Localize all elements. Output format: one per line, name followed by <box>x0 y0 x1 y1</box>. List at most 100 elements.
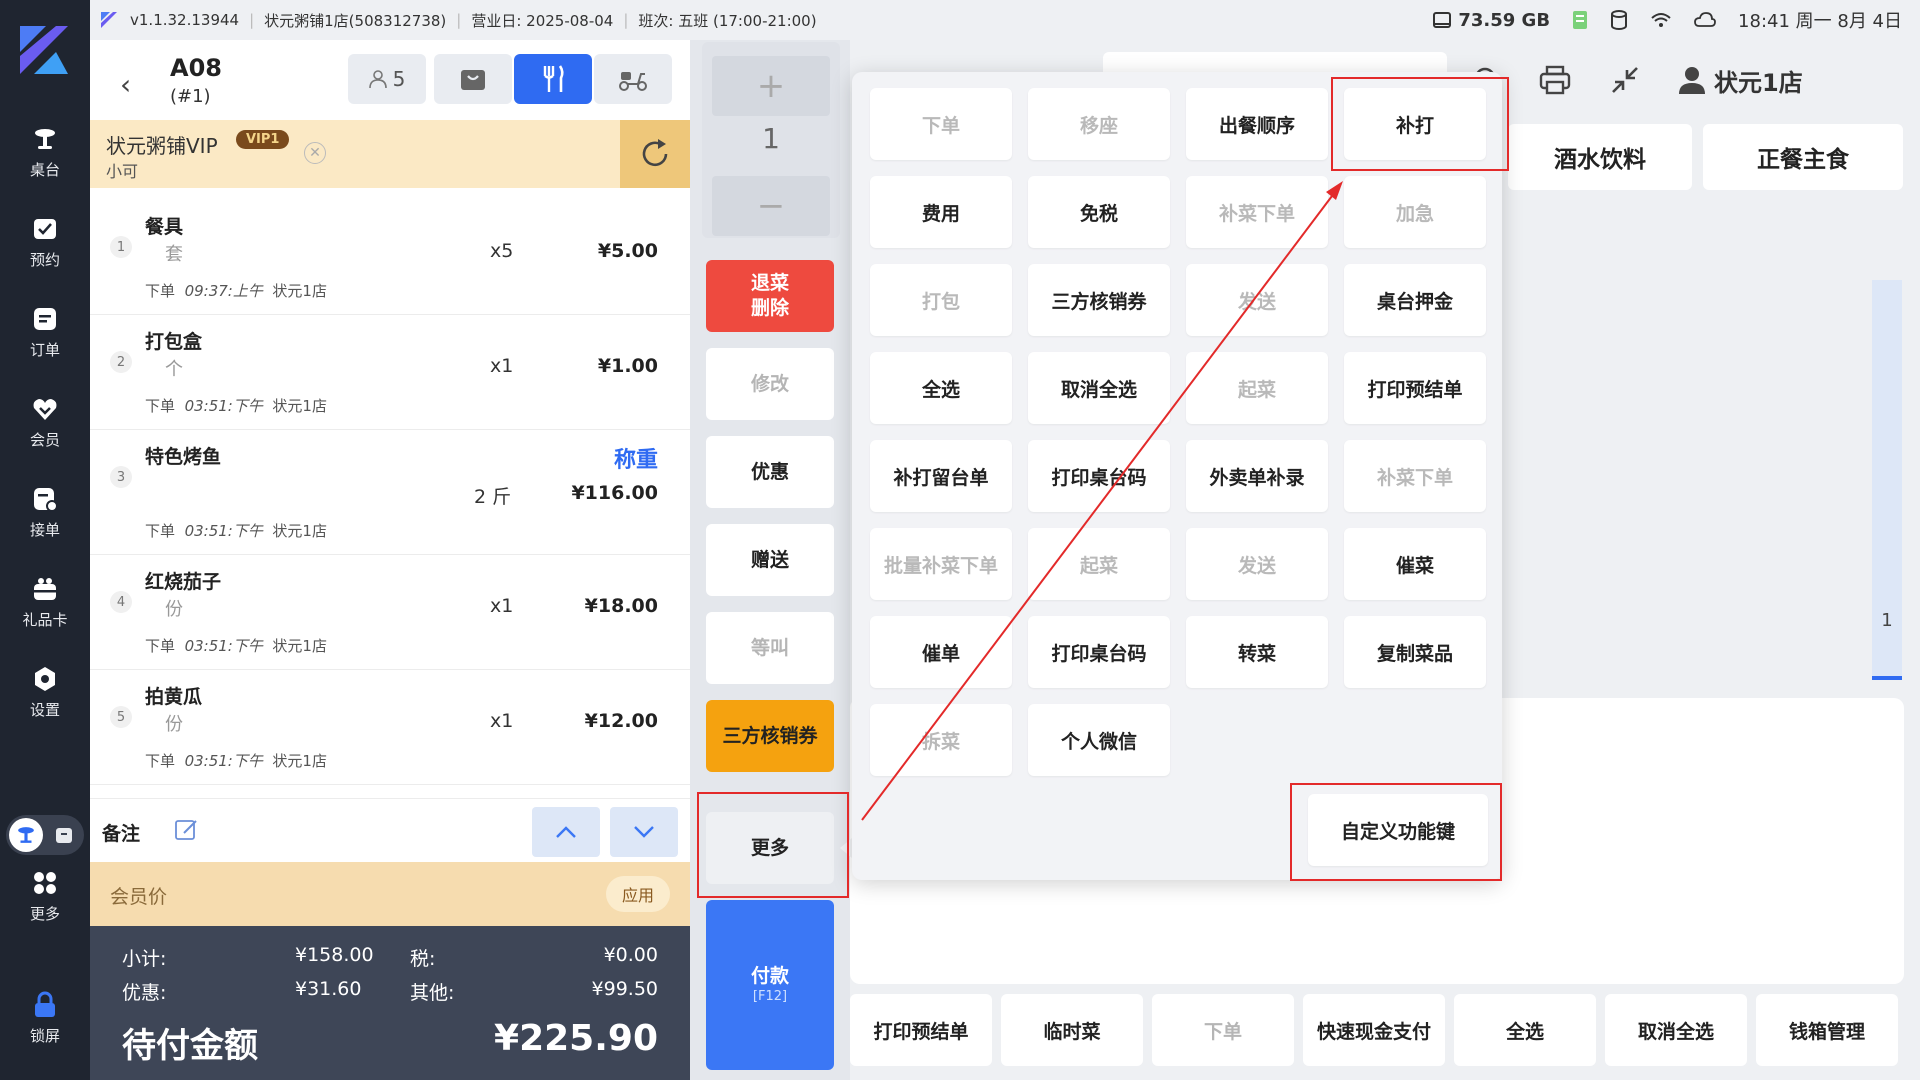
sidebar-item-more[interactable]: 更多 <box>0 856 90 936</box>
popup-move-seat-button[interactable]: 移座 <box>1028 88 1170 160</box>
sidebar-item-label: 订单 <box>29 340 60 359</box>
category-drinks[interactable]: 酒水饮料 <box>1508 124 1692 190</box>
list-item[interactable]: 4 红烧茄子 份 x1 ¥18.00 下单 03:51:下午 状元1店 <box>90 555 690 670</box>
guest-count-button[interactable]: 5 <box>348 54 426 104</box>
back-icon[interactable]: ‹ <box>120 68 131 101</box>
item-unit: 份 <box>165 599 183 620</box>
category-main-course[interactable]: 正餐主食 <box>1703 124 1903 190</box>
popup-send-2-button[interactable]: 发送 <box>1186 528 1328 600</box>
modify-button[interactable]: 修改 <box>706 348 834 420</box>
pay-button[interactable]: 付款 [F12] <box>706 900 834 1070</box>
scroll-down-button[interactable] <box>610 807 678 857</box>
deselect-all-button[interactable]: 取消全选 <box>1605 994 1747 1066</box>
store-account[interactable]: 状元1店 <box>1678 63 1803 98</box>
member-price-label: 会员价 <box>110 886 168 908</box>
menu-scrollbar[interactable]: 1 <box>1872 280 1902 680</box>
tax-value: ¥0.00 <box>603 944 658 966</box>
select-all-button[interactable]: 全选 <box>1454 994 1596 1066</box>
mode-toggle[interactable] <box>6 815 84 855</box>
refresh-member-button[interactable] <box>620 120 690 188</box>
popup-reprint-hold-button[interactable]: 补打留台单 <box>870 440 1012 512</box>
print-pre-bill-button[interactable]: 打印预结单 <box>850 994 992 1066</box>
printer-icon[interactable] <box>1538 64 1572 96</box>
sidebar-item-settings[interactable]: 设置 <box>0 652 90 732</box>
popup-print-table-code-button[interactable]: 打印桌台码 <box>1028 440 1170 512</box>
item-index: 4 <box>110 591 132 613</box>
quick-mode-icon[interactable] <box>49 820 79 850</box>
popup-start-dish-2-button[interactable]: 起菜 <box>1028 528 1170 600</box>
popup-transfer-dish-button[interactable]: 转菜 <box>1186 616 1328 688</box>
list-item[interactable]: 2 打包盒 个 x1 ¥1.00 下单 03:51:下午 状元1店 <box>90 315 690 430</box>
lock-icon <box>35 991 55 1017</box>
popup-table-deposit-button[interactable]: 桌台押金 <box>1344 264 1486 336</box>
temp-dish-button[interactable]: 临时菜 <box>1001 994 1143 1066</box>
remove-member-icon[interactable]: ✕ <box>304 142 326 164</box>
popup-deselect-all-button[interactable]: 取消全选 <box>1028 352 1170 424</box>
status-bar: v1.1.32.13944 | 状元粥铺1店(508312738) | 营业日:… <box>90 0 1920 40</box>
store-name: 状元粥铺1店(508312738) <box>264 11 447 30</box>
increment-button[interactable]: + <box>712 56 830 116</box>
edit-icon[interactable] <box>174 817 200 843</box>
popup-takeout-entry-button[interactable]: 外卖单补录 <box>1186 440 1328 512</box>
sidebar-item-lock[interactable]: 锁屏 <box>0 978 90 1058</box>
popup-urgent-button[interactable]: 加急 <box>1344 176 1486 248</box>
popup-rush-dish-button[interactable]: 催菜 <box>1344 528 1486 600</box>
list-item[interactable]: 1 餐具 套 x5 ¥5.00 下单 09:37:上午 状元1店 <box>90 200 690 315</box>
popup-send-button[interactable]: 发送 <box>1186 264 1328 336</box>
discount-button[interactable]: 优惠 <box>706 436 834 508</box>
popup-add-dish-order-button[interactable]: 补菜下单 <box>1186 176 1328 248</box>
table-name: A08 <box>170 54 222 82</box>
popup-third-voucher-button[interactable]: 三方核销券 <box>1028 264 1170 336</box>
gift-button[interactable]: 赠送 <box>706 524 834 596</box>
popup-place-order-button[interactable]: 下单 <box>870 88 1012 160</box>
item-qty: x1 <box>490 710 514 732</box>
sidebar-item-accept-order[interactable]: 接单 <box>0 472 90 552</box>
sidebar-item-table[interactable]: 桌台 <box>0 112 90 192</box>
sidebar-item-member[interactable]: 会员 <box>0 382 90 462</box>
more-popup: 下单 移座 出餐顺序 补打 费用 免税 补菜下单 加急 打包 三方核销券 发送 … <box>852 72 1502 880</box>
apply-member-price-button[interactable]: 应用 <box>606 876 670 912</box>
popup-print-table-code-2-button[interactable]: 打印桌台码 <box>1028 616 1170 688</box>
popup-split-dish-button[interactable]: 拆菜 <box>870 704 1012 776</box>
dine-in-mode-button[interactable] <box>514 54 592 104</box>
weigh-badge[interactable]: 称重 <box>614 442 658 474</box>
sidebar-item-label: 礼品卡 <box>22 610 68 629</box>
delivery-mode-button[interactable] <box>594 54 672 104</box>
popup-batch-add-dish-button[interactable]: 批量补菜下单 <box>870 528 1012 600</box>
popup-personal-wechat-button[interactable]: 个人微信 <box>1028 704 1170 776</box>
popup-serve-order-button[interactable]: 出餐顺序 <box>1186 88 1328 160</box>
popup-select-all-button[interactable]: 全选 <box>870 352 1012 424</box>
sidebar-item-label: 桌台 <box>29 160 60 179</box>
list-item[interactable]: 5 拍黄瓜 份 x1 ¥12.00 下单 03:51:下午 状元1店 <box>90 670 690 785</box>
quantity-value: 1 <box>762 122 780 155</box>
popup-start-dish-button[interactable]: 起菜 <box>1186 352 1328 424</box>
scroll-up-button[interactable] <box>532 807 600 857</box>
popup-pack-button[interactable]: 打包 <box>870 264 1012 336</box>
quick-cash-pay-button[interactable]: 快速现金支付 <box>1303 994 1445 1066</box>
popup-copy-dish-button[interactable]: 复制菜品 <box>1344 616 1486 688</box>
table-sub: (#1) <box>170 86 211 107</box>
refund-delete-button[interactable]: 退菜 删除 <box>706 260 834 332</box>
popup-add-dish-order-2-button[interactable]: 补菜下单 <box>1344 440 1486 512</box>
wifi-icon <box>1651 13 1671 27</box>
list-item[interactable]: 3 特色烤鱼 称重 2 斤 ¥116.00 下单 03:51:下午 状元1店 <box>90 430 690 555</box>
sidebar-item-gift-card[interactable]: 礼品卡 <box>0 562 90 642</box>
place-order-button[interactable]: 下单 <box>1152 994 1294 1066</box>
sidebar-item-reservation[interactable]: 预约 <box>0 202 90 282</box>
refresh-icon <box>642 139 668 167</box>
popup-rush-order-button[interactable]: 催单 <box>870 616 1012 688</box>
popup-tax-free-button[interactable]: 免税 <box>1028 176 1170 248</box>
collapse-icon[interactable] <box>1610 65 1640 95</box>
item-meta: 下单 03:51:下午 状元1店 <box>145 752 327 770</box>
decrement-button[interactable]: − <box>712 176 830 236</box>
sidebar-item-orders[interactable]: 订单 <box>0 292 90 372</box>
cash-drawer-button[interactable]: 钱箱管理 <box>1756 994 1898 1066</box>
wait-call-button[interactable]: 等叫 <box>706 612 834 684</box>
popup-fee-button[interactable]: 费用 <box>870 176 1012 248</box>
item-qty: x1 <box>490 355 514 377</box>
third-party-voucher-button[interactable]: 三方核销券 <box>706 700 834 772</box>
popup-print-pre-bill-button[interactable]: 打印预结单 <box>1344 352 1486 424</box>
item-price: ¥5.00 <box>597 240 658 262</box>
table-mode-icon[interactable] <box>9 818 43 852</box>
takeaway-mode-button[interactable] <box>434 54 512 104</box>
